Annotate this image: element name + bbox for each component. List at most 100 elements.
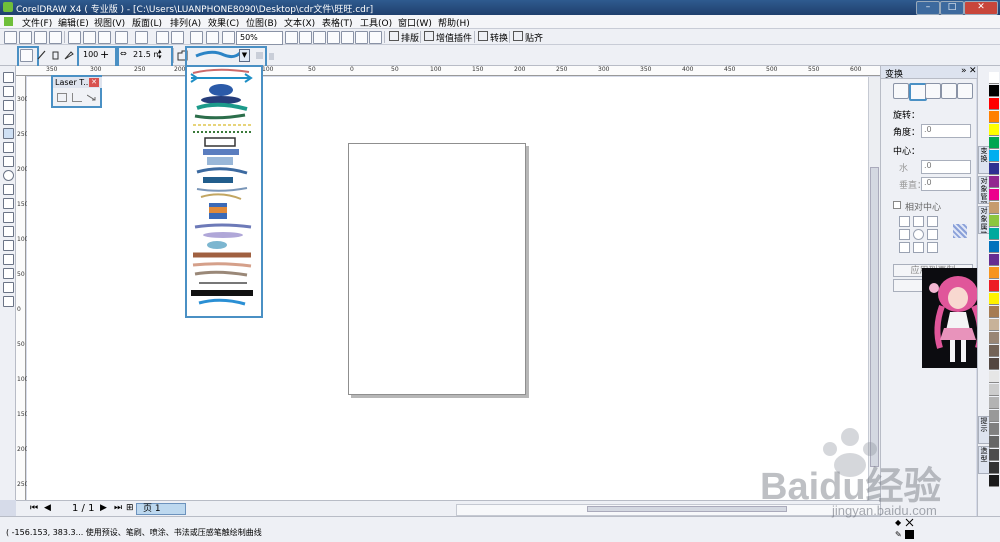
palette-color-swatch[interactable] (989, 215, 999, 227)
interactive-blend-tool-icon[interactable] (3, 240, 14, 251)
smoothing-slider-icon[interactable]: + (100, 48, 109, 61)
vertical-ruler[interactable]: 300 250 200 150 100 50 0 50 100 150 200 … (16, 76, 28, 500)
print-icon[interactable] (49, 31, 62, 44)
palette-color-swatch[interactable] (989, 410, 999, 422)
ellipse-tool-icon[interactable] (3, 170, 14, 181)
typesetting-button[interactable]: 排版 (389, 31, 419, 44)
zoom-level-select[interactable]: 50% (236, 31, 283, 45)
welcome-screen-icon[interactable] (206, 31, 219, 44)
new-document-icon[interactable] (4, 31, 17, 44)
brush-stroke-previews[interactable] (187, 67, 261, 316)
menu-view[interactable]: 视图(V) (94, 16, 125, 29)
application-launcher-icon[interactable] (190, 31, 203, 44)
freehand-tool-icon[interactable] (3, 128, 14, 139)
brush-stroke-list[interactable] (185, 65, 263, 318)
center-h-input[interactable]: .0 (921, 160, 971, 174)
palette-color-swatch[interactable] (989, 332, 999, 344)
next-page-icon[interactable]: ▶ (100, 503, 107, 513)
horizontal-ruler[interactable]: 350 300 250 200 150 100 50 0 50 100 150 … (16, 66, 880, 76)
width-spinner-icon[interactable]: ▴ ▾ (158, 48, 162, 61)
export-icon[interactable] (171, 31, 184, 44)
anchor-top-right[interactable] (927, 216, 938, 227)
table-tool-icon[interactable] (3, 226, 14, 237)
add-page-icon[interactable]: ⊞ (126, 503, 134, 513)
crop-tool-icon[interactable] (3, 100, 14, 111)
dropdown-arrow-icon[interactable]: ▼ (239, 49, 250, 62)
import-icon[interactable] (156, 31, 169, 44)
text-tool-icon[interactable] (3, 212, 14, 223)
document-page[interactable] (348, 143, 526, 395)
paste-icon[interactable] (98, 31, 111, 44)
palette-color-swatch[interactable] (989, 397, 999, 409)
corel-online-icon[interactable] (222, 31, 235, 44)
convert-button[interactable]: 转换 (478, 31, 508, 44)
anchor-middle-right[interactable] (927, 229, 938, 240)
center-v-input[interactable]: .0 (921, 177, 971, 191)
delete-stroke-icon[interactable] (266, 50, 277, 61)
preset-mode-icon[interactable] (20, 49, 33, 62)
palette-color-swatch[interactable] (989, 137, 999, 149)
outline-color-swatch[interactable] (905, 530, 914, 539)
maximize-button[interactable]: □ (940, 1, 964, 15)
laser-panel-close-button[interactable]: ✕ (89, 78, 99, 87)
palette-color-swatch[interactable] (989, 384, 999, 396)
docker-collapse-icon[interactable]: » (961, 66, 967, 76)
undo-icon[interactable] (115, 31, 128, 44)
anchor-middle-left[interactable] (899, 229, 910, 240)
scale-transform-icon[interactable] (925, 83, 941, 99)
palette-color-swatch[interactable] (989, 189, 999, 201)
open-icon[interactable] (19, 31, 32, 44)
vertical-scroll-thumb[interactable] (870, 167, 879, 467)
snap-button[interactable]: 贴齐 (513, 31, 543, 44)
horizontal-scroll-thumb[interactable] (587, 506, 787, 512)
palette-color-swatch[interactable] (989, 176, 999, 188)
copy-icon[interactable] (83, 31, 96, 44)
smart-fill-tool-icon[interactable] (3, 142, 14, 153)
zoom-page-icon[interactable] (341, 31, 354, 44)
palette-color-swatch[interactable] (989, 202, 999, 214)
fill-tool-icon[interactable] (3, 282, 14, 293)
zoom-height-icon[interactable] (369, 31, 382, 44)
plugins-button[interactable]: 增值插件 (424, 31, 472, 44)
zoom-all-icon[interactable] (327, 31, 340, 44)
zoom-width-icon[interactable] (355, 31, 368, 44)
basic-shapes-tool-icon[interactable] (3, 198, 14, 209)
polygon-tool-icon[interactable] (3, 184, 14, 195)
menu-layout[interactable]: 版面(L) (132, 16, 162, 29)
angle-input[interactable]: .0 (921, 124, 971, 138)
laser-line-tool-icon[interactable] (57, 93, 67, 102)
anchor-center[interactable] (913, 229, 924, 240)
anchor-top-left[interactable] (899, 216, 910, 227)
menu-tools[interactable]: 工具(O) (360, 16, 392, 29)
position-transform-icon[interactable] (893, 83, 909, 99)
palette-color-swatch[interactable] (989, 371, 999, 383)
palette-color-swatch[interactable] (989, 241, 999, 253)
menu-file[interactable]: 文件(F) (22, 16, 52, 29)
palette-color-swatch[interactable] (989, 228, 999, 240)
menu-effects[interactable]: 效果(C) (208, 16, 239, 29)
laser-tools-panel[interactable]: Laser T... ✕ (51, 75, 102, 108)
docker-close-icon[interactable]: ✕ (969, 66, 977, 76)
eyedropper-tool-icon[interactable] (3, 254, 14, 265)
brush-mode-icon[interactable] (36, 49, 47, 60)
menu-help[interactable]: 帮助(H) (438, 16, 470, 29)
document-menu-icon[interactable] (4, 17, 13, 26)
cut-icon[interactable] (68, 31, 81, 44)
zoom-selected-icon[interactable] (313, 31, 326, 44)
first-page-icon[interactable]: ⏮ (30, 503, 38, 513)
anchor-bottom-left[interactable] (899, 242, 910, 253)
relative-center-checkbox[interactable] (893, 201, 901, 209)
sprayer-mode-icon[interactable] (50, 49, 61, 60)
previous-page-icon[interactable]: ◀ (44, 503, 51, 513)
stroke-width-input[interactable]: 21.5 mm (130, 49, 160, 62)
close-window-button[interactable]: ✕ (964, 1, 998, 15)
page-tab-1[interactable]: 页 1 (136, 503, 186, 515)
palette-color-swatch[interactable] (989, 150, 999, 162)
redo-icon[interactable] (135, 31, 148, 44)
palette-color-swatch[interactable] (989, 319, 999, 331)
laser-angle-tool-icon[interactable] (72, 93, 82, 102)
menu-bitmaps[interactable]: 位图(B) (246, 16, 277, 29)
zoom-tool-icon[interactable] (3, 114, 14, 125)
size-transform-icon[interactable] (941, 83, 957, 99)
palette-color-swatch[interactable] (989, 124, 999, 136)
